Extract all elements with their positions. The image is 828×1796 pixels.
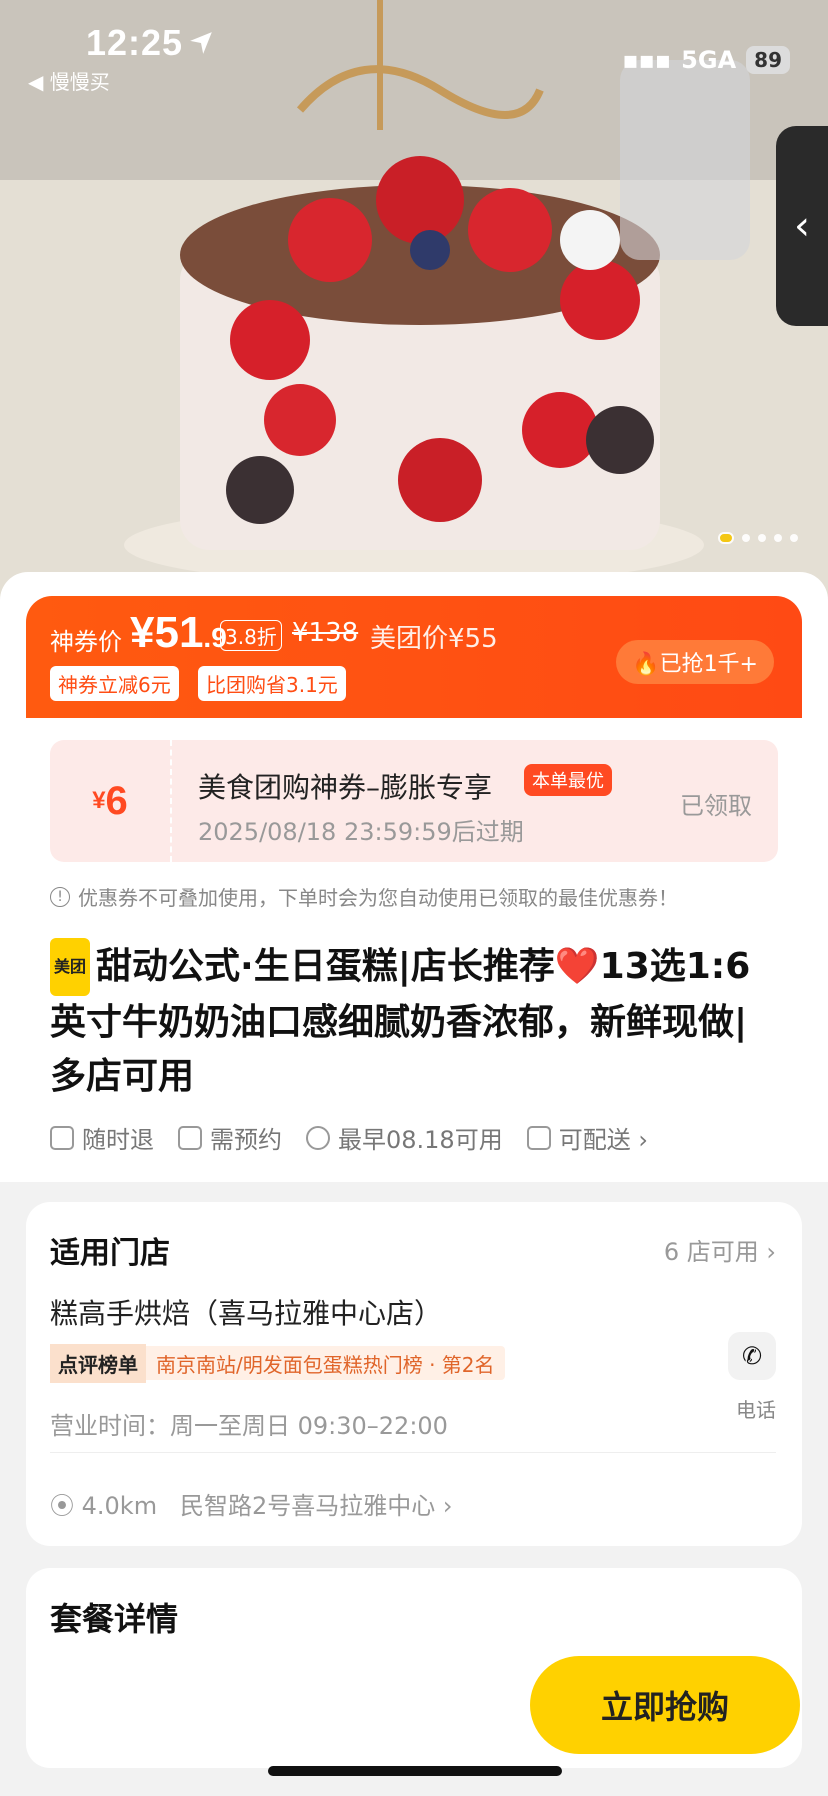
discount-badge: 3.8折 [220, 620, 282, 651]
feature-label: 需预约 [210, 1126, 282, 1154]
page: 12:25 ◀ 慢慢买 ▪▪▪ 5GA 89 ‹ 神券价 ¥51.9 3.8折 … [0, 0, 828, 1796]
feature-label: 可配送 › [558, 1126, 648, 1154]
sold-count-badge: 🔥已抢1千+ [616, 640, 774, 684]
rank-text: 南京南站/明发面包蛋糕热门榜 · 第2名 [156, 1352, 495, 1377]
feature-delivery[interactable]: 可配送 › [526, 1120, 648, 1155]
status-time: 12:25 [86, 22, 184, 63]
store-section-title: 适用门店 [50, 1236, 170, 1271]
status-bar: 12:25 ◀ 慢慢买 ▪▪▪ 5GA 89 [0, 0, 828, 100]
store-address[interactable]: ⦿ 4.0km 民智路2号喜马拉雅中心 › [50, 1486, 452, 1521]
store-hours: 营业时间：周一至周日 09:30–22:00 [50, 1412, 448, 1440]
price-integer: ¥51 [130, 608, 204, 657]
package-title: 套餐详情 [50, 1600, 179, 1638]
pager-dot [758, 534, 766, 542]
meituan-price: 美团价¥55 [370, 624, 498, 654]
store-distance: 4.0km [81, 1492, 158, 1520]
pager-dot [790, 534, 798, 542]
fire-icon: 🔥 [632, 652, 660, 677]
store-name[interactable]: 糕高手烘焙（喜马拉雅中心店） [50, 1292, 442, 1332]
store-count-link[interactable]: 6 店可用 › [664, 1232, 776, 1267]
refund-icon [50, 1125, 74, 1150]
coupon-status: 已领取 [680, 792, 752, 820]
price-label: 神券价 [50, 628, 122, 656]
rank-label: 点评榜单 [50, 1343, 146, 1383]
coupon-card[interactable]: ¥6 美食团购神券–膨胀专享 本单最优 2025/08/18 23:59:59后… [50, 740, 778, 862]
feature-list[interactable]: 随时退 需预约 最早08.18可用 可配送 › [50, 1120, 648, 1155]
product-title: 美团 甜动公式·生日蛋糕|店长推荐❤️13选1:6英寸牛奶奶油口感细腻奶香浓郁，新… [50, 938, 780, 1104]
original-price: ¥138 [292, 618, 359, 648]
location-arrow-icon [190, 32, 212, 54]
network-type: 5GA [681, 46, 737, 74]
divider [50, 1452, 776, 1453]
image-pager [718, 532, 798, 544]
chevron-left-icon[interactable]: ‹ [776, 126, 828, 326]
location-pin-icon: ⦿ [50, 1492, 74, 1520]
product-title-text: 甜动公式·生日蛋糕|店长推荐❤️13选1:6英寸牛奶奶油口感细腻奶香浓郁，新鲜现… [50, 946, 751, 1097]
coupon-expiry: 2025/08/18 23:59:59后过期 [198, 818, 524, 846]
coupon-currency: ¥ [92, 787, 106, 814]
pager-dot [774, 534, 782, 542]
store-address-text: 民智路2号喜马拉雅中心 › [179, 1492, 453, 1520]
delivery-icon [526, 1125, 551, 1150]
status-indicators: ▪▪▪ 5GA 89 [622, 46, 790, 74]
home-indicator [268, 1766, 562, 1776]
savings-tag: 比团购省3.1元 [198, 666, 346, 701]
battery-level: 89 [746, 46, 790, 74]
feature-reservation: 需预约 [178, 1120, 282, 1155]
back-to-app-link[interactable]: ◀ 慢慢买 [28, 66, 110, 95]
meituan-brand-chip: 美团 [50, 938, 91, 996]
coupon-title: 美食团购神券–膨胀专享 [198, 771, 493, 804]
discount-tag: 神券立减6元 [50, 666, 179, 701]
buy-now-button[interactable]: 立即抢购 [530, 1656, 800, 1754]
feature-label: 随时退 [82, 1126, 154, 1154]
phone-label: 电话 [736, 1398, 776, 1422]
pager-dot [742, 534, 750, 542]
signal-icon: ▪▪▪ [622, 46, 672, 74]
phone-icon[interactable]: ✆ [728, 1332, 776, 1380]
pager-dot-active [718, 532, 734, 544]
feature-refund: 随时退 [50, 1120, 154, 1155]
feature-label: 最早08.18可用 [338, 1126, 503, 1154]
store-rank-badge[interactable]: 点评榜单 南京南站/明发面包蛋糕热门榜 · 第2名 [50, 1343, 505, 1383]
price: ¥51.9 [130, 608, 227, 658]
coupon-amount: ¥6 [50, 740, 172, 862]
notice-text: 优惠券不可叠加使用，下单时会为您自动使用已领取的最佳优惠券！ [78, 886, 678, 910]
store-card: 适用门店 6 店可用 › 糕高手烘焙（喜马拉雅中心店） 点评榜单 南京南站/明发… [26, 1202, 802, 1546]
calendar-check-icon [178, 1125, 202, 1150]
info-icon: ! [50, 886, 70, 907]
coupon-notice: ! 优惠券不可叠加使用，下单时会为您自动使用已领取的最佳优惠券！ [50, 882, 678, 911]
best-coupon-badge: 本单最优 [524, 764, 612, 796]
coupon-value: 6 [105, 778, 128, 823]
feature-earliest: 最早08.18可用 [306, 1120, 503, 1155]
check-circle-icon [306, 1125, 330, 1150]
price-banner: 神券价 ¥51.9 3.8折 ¥138 美团价¥55 神券立减6元 比团购省3.… [26, 596, 802, 718]
sold-count-text: 已抢1千+ [659, 652, 758, 677]
